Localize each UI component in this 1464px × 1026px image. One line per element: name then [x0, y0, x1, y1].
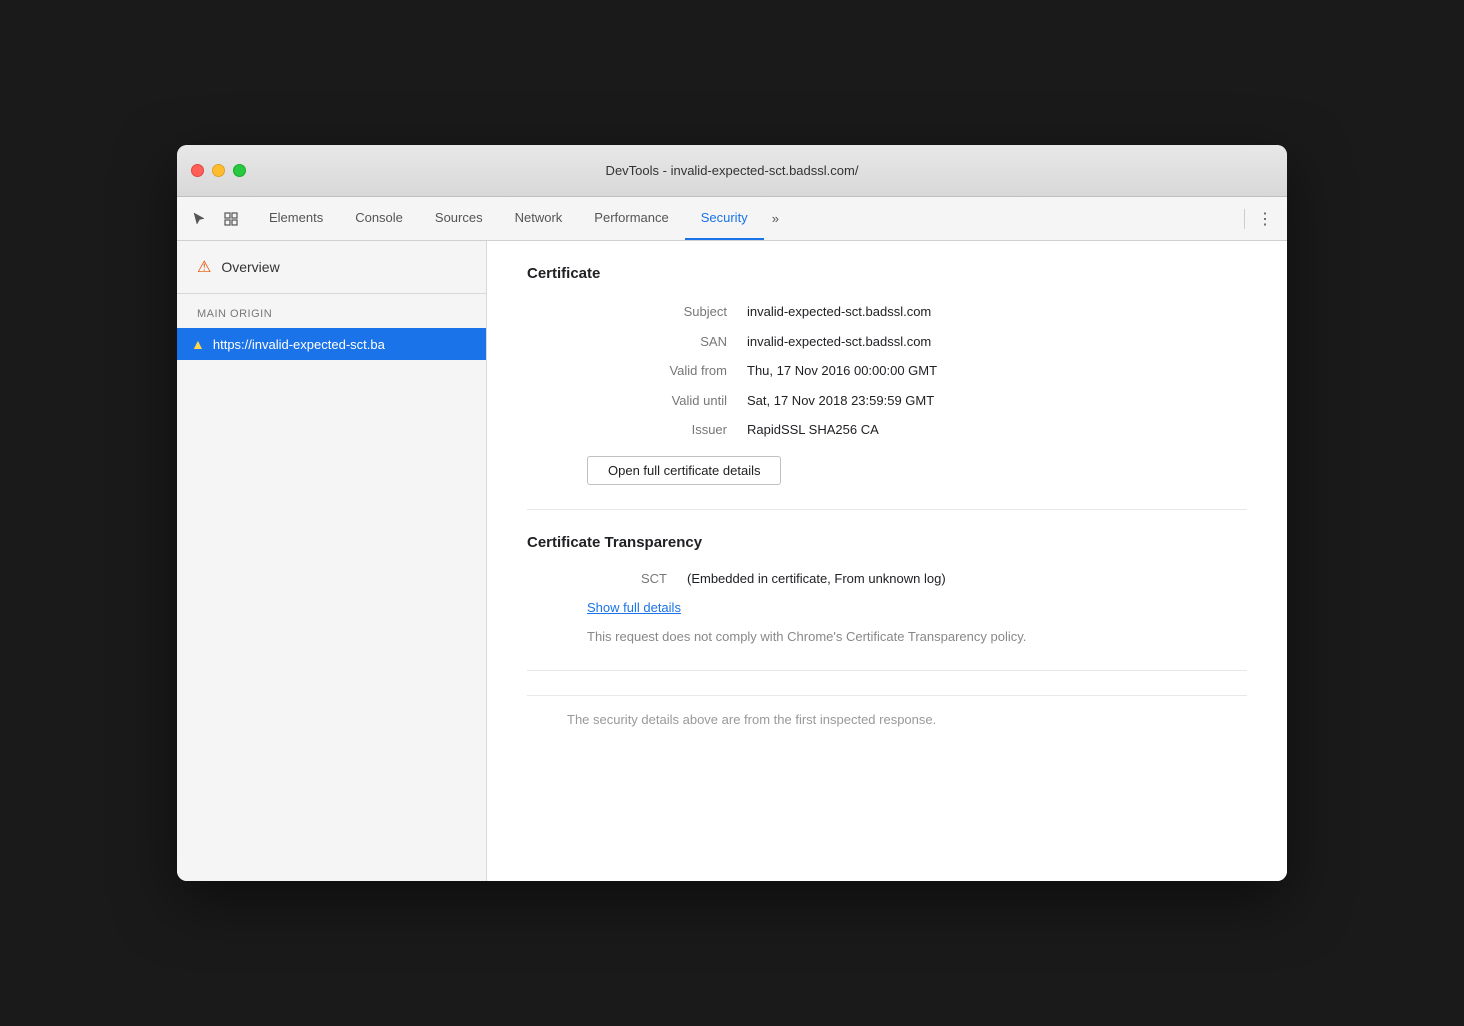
toolbar-icons: [185, 205, 245, 233]
valid-from-label: Valid from: [587, 361, 747, 381]
transparency-section: Certificate Transparency SCT (Embedded i…: [527, 534, 1247, 672]
overview-label: Overview: [221, 259, 279, 275]
toolbar: Elements Console Sources Network Perform…: [177, 197, 1287, 241]
transparency-table: SCT (Embedded in certificate, From unkno…: [587, 571, 1247, 586]
sct-value: (Embedded in certificate, From unknown l…: [687, 571, 1247, 586]
issuer-value: RapidSSL SHA256 CA: [747, 420, 1187, 440]
layers-icon[interactable]: [217, 205, 245, 233]
valid-until-value: Sat, 17 Nov 2018 23:59:59 GMT: [747, 391, 1187, 411]
sidebar: ⚠ Overview Main origin ▲ https://invalid…: [177, 241, 487, 881]
tab-sources[interactable]: Sources: [419, 197, 499, 240]
toolbar-separator: [1244, 209, 1245, 229]
valid-from-value: Thu, 17 Nov 2016 00:00:00 GMT: [747, 361, 1187, 381]
traffic-lights: [191, 164, 246, 177]
footer-note: The security details above are from the …: [527, 695, 1247, 743]
tab-network[interactable]: Network: [499, 197, 579, 240]
open-certificate-button[interactable]: Open full certificate details: [587, 456, 781, 485]
minimize-button[interactable]: [212, 164, 225, 177]
maximize-button[interactable]: [233, 164, 246, 177]
titlebar: DevTools - invalid-expected-sct.badssl.c…: [177, 145, 1287, 197]
certificate-table: Subject invalid-expected-sct.badssl.com …: [587, 302, 1187, 440]
certificate-title: Certificate: [527, 265, 1247, 282]
show-full-details-link[interactable]: Show full details: [587, 600, 1247, 615]
main-content: ⚠ Overview Main origin ▲ https://invalid…: [177, 241, 1287, 881]
tab-security[interactable]: Security: [685, 197, 764, 240]
tab-more[interactable]: »: [764, 197, 787, 240]
toolbar-menu-button[interactable]: ⋮: [1251, 205, 1279, 233]
origin-item[interactable]: ▲ https://invalid-expected-sct.ba: [177, 328, 486, 360]
toolbar-right: ⋮: [1238, 205, 1279, 233]
overview-item[interactable]: ⚠ Overview: [177, 241, 486, 294]
close-button[interactable]: [191, 164, 204, 177]
tab-performance[interactable]: Performance: [578, 197, 684, 240]
right-panel: Certificate Subject invalid-expected-sct…: [487, 241, 1287, 881]
transparency-warning: This request does not comply with Chrome…: [587, 627, 1147, 647]
san-label: SAN: [587, 332, 747, 352]
certificate-section: Certificate Subject invalid-expected-sct…: [527, 265, 1247, 510]
issuer-label: Issuer: [587, 420, 747, 440]
sct-label: SCT: [587, 571, 687, 586]
origin-warning-icon: ▲: [191, 336, 205, 352]
sidebar-section-label: Main origin: [177, 294, 486, 328]
san-value: invalid-expected-sct.badssl.com: [747, 332, 1187, 352]
tabs: Elements Console Sources Network Perform…: [253, 197, 1238, 240]
warning-icon: ⚠: [197, 257, 211, 277]
cursor-icon[interactable]: [185, 205, 213, 233]
subject-value: invalid-expected-sct.badssl.com: [747, 302, 1187, 322]
tab-console[interactable]: Console: [339, 197, 419, 240]
devtools-window: DevTools - invalid-expected-sct.badssl.c…: [177, 145, 1287, 881]
tab-elements[interactable]: Elements: [253, 197, 339, 240]
transparency-title: Certificate Transparency: [527, 534, 1247, 551]
subject-label: Subject: [587, 302, 747, 322]
origin-url: https://invalid-expected-sct.ba: [213, 337, 385, 352]
window-title: DevTools - invalid-expected-sct.badssl.c…: [606, 163, 859, 178]
valid-until-label: Valid until: [587, 391, 747, 411]
